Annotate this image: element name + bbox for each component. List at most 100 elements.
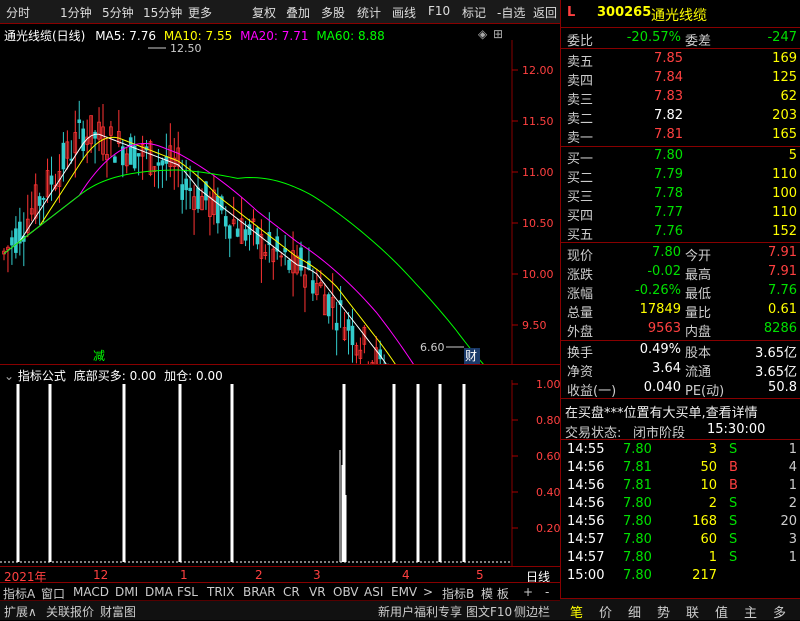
stat2-row[interactable]: 收益(一) 0.040 PE(动) 50.8 — [561, 379, 800, 399]
notice-row[interactable]: 在买盘***位置有大买单,查看详情 — [561, 401, 800, 421]
tick-row[interactable]: 14:56 7.80 2 S 2 — [561, 495, 800, 514]
tab-vr[interactable]: VR — [309, 585, 326, 599]
toolbar-btn-multi[interactable]: 多股 — [321, 4, 345, 21]
toolbar-btn-15min[interactable]: 15分钟 — [143, 4, 182, 21]
ask-row[interactable]: 卖三 7.83 62 — [561, 88, 800, 108]
tab-dmi[interactable]: DMI — [115, 585, 138, 599]
stat-row[interactable]: 涨幅 -0.26% 最低 7.76 — [561, 282, 800, 302]
tick-row-cell: S — [729, 532, 738, 547]
stat-row[interactable]: 外盘 9563 内盘 8286 — [561, 320, 800, 340]
related-quotes-button[interactable]: 关联报价 — [46, 603, 94, 620]
stat-row[interactable]: 现价 7.80 今开 7.91 — [561, 244, 800, 264]
ask-row[interactable]: 卖二 7.82 203 — [561, 107, 800, 127]
tick-row-cell: 7.80 — [623, 550, 652, 565]
stat-row-cell: 现价 — [567, 249, 594, 264]
tab-cr[interactable]: CR — [283, 585, 300, 599]
quote-tab-0[interactable]: 笔 — [570, 602, 583, 621]
quote-tab-1[interactable]: 价 — [599, 602, 612, 621]
tick-row[interactable]: 14:56 7.81 10 B 1 — [561, 477, 800, 496]
price-tick: 12.00 — [522, 64, 554, 77]
wealth-chart-button[interactable]: 财富图 — [100, 603, 136, 620]
tick-row[interactable]: 14:57 7.80 1 S 1 — [561, 549, 800, 568]
stat2-row[interactable]: 净资 3.64 流通 3.65亿 — [561, 360, 800, 380]
weicha-value: -247 — [767, 30, 797, 45]
stat-row-cell: 最高 — [685, 268, 712, 283]
tab-macd[interactable]: MACD — [73, 585, 109, 599]
bid-row[interactable]: 买四 7.77 110 — [561, 204, 800, 224]
x-label-2: 2 — [255, 568, 263, 582]
tick-row[interactable]: 14:55 7.80 3 S 1 — [561, 441, 800, 460]
tab-emv[interactable]: EMV — [391, 585, 417, 599]
tab-more-arrow[interactable]: > — [423, 585, 433, 599]
tick-row-cell: 1 — [788, 442, 797, 457]
f10-button[interactable]: 图文F10 — [466, 603, 512, 620]
tick-row[interactable]: 14:57 7.80 60 S 3 — [561, 531, 800, 550]
expand-button[interactable]: 扩展∧ — [4, 603, 37, 620]
tab-fsl[interactable]: FSL — [177, 585, 198, 599]
tab-trix[interactable]: TRIX — [207, 585, 234, 599]
ask-row[interactable]: 卖一 7.81 165 — [561, 126, 800, 146]
tab-add[interactable]: + — [523, 585, 533, 599]
bid-row-cell: 7.77 — [654, 205, 683, 220]
bid-row[interactable]: 买二 7.79 110 — [561, 166, 800, 186]
tick-row-cell: B — [729, 460, 738, 475]
x-label-3: 3 — [313, 568, 321, 582]
ask-row-cell: 7.82 — [654, 108, 683, 123]
tab-brar[interactable]: BRAR — [243, 585, 276, 599]
bid-row-cell: 7.79 — [654, 167, 683, 182]
toolbar-btn-watchlist[interactable]: -自选 — [497, 4, 525, 21]
toolbar-btn-overlay[interactable]: 叠加 — [286, 4, 310, 21]
tick-row[interactable]: 14:56 7.80 168 S 20 — [561, 513, 800, 532]
big-order-notice[interactable]: 在买盘***位置有大买单,查看详情 — [565, 402, 758, 421]
toolbar-btn-fuquan[interactable]: 复权 — [252, 4, 276, 21]
price-tick: 10.50 — [522, 217, 554, 230]
bid-row[interactable]: 买五 7.76 152 — [561, 223, 800, 243]
tab-dma[interactable]: DMA — [145, 585, 173, 599]
quote-tab-5[interactable]: 值 — [715, 602, 728, 621]
toolbar-btn-1min[interactable]: 1分钟 — [60, 4, 92, 21]
zoom-in-icon[interactable]: ⊞ — [493, 27, 503, 41]
indicator-chart[interactable]: 1.00 0.80 0.60 0.40 0.20 — [0, 380, 560, 566]
tick-row-cell: 14:56 — [567, 496, 605, 511]
bid-row[interactable]: 买一 7.80 5 — [561, 147, 800, 167]
x-label-12: 12 — [93, 568, 109, 582]
tick-row-cell: 4 — [788, 460, 797, 475]
quote-tab-4[interactable]: 联 — [686, 602, 699, 621]
toolbar-btn-5min[interactable]: 5分钟 — [102, 4, 134, 21]
candle-body — [255, 227, 260, 245]
quote-tab-2[interactable]: 细 — [628, 602, 641, 621]
toolbar-btn-intraday[interactable]: 分时 — [6, 4, 30, 21]
toolbar-btn-back[interactable]: 返回 — [533, 4, 557, 21]
ask-row[interactable]: 卖四 7.84 125 — [561, 69, 800, 89]
quote-tab-7[interactable]: 多 — [773, 602, 786, 621]
toolbar-btn-more[interactable]: 更多 — [188, 4, 212, 21]
ma10-line — [3, 136, 396, 364]
tick-row[interactable]: 15:00 7.80 217 — [561, 567, 800, 586]
tick-row[interactable]: 14:56 7.81 50 B 4 — [561, 459, 800, 478]
sidebar-button[interactable]: 侧边栏 — [514, 603, 550, 620]
stat2-row[interactable]: 换手 0.49% 股本 3.65亿 — [561, 341, 800, 361]
signal-bar — [48, 384, 52, 562]
tab-obv[interactable]: OBV — [333, 585, 359, 599]
stat-row[interactable]: 总量 17849 量比 0.61 — [561, 301, 800, 321]
toolbar-btn-f10[interactable]: F10 — [428, 4, 450, 18]
tab-asi[interactable]: ASI — [364, 585, 383, 599]
candle-body — [113, 156, 117, 163]
quote-tab-6[interactable]: 主 — [744, 602, 757, 621]
quote-tab-3[interactable]: 势 — [657, 602, 670, 621]
toolbar-btn-mark[interactable]: 标记 — [462, 4, 486, 21]
stat-row[interactable]: 涨跌 -0.02 最高 7.91 — [561, 263, 800, 283]
ask-row[interactable]: 卖五 7.85 169 — [561, 50, 800, 70]
toolbar-btn-stats[interactable]: 统计 — [357, 4, 381, 21]
new-user-benefit-link[interactable]: 新用户福利专享 — [378, 603, 462, 620]
stat-row-cell: 8286 — [763, 321, 797, 336]
bid-row[interactable]: 买三 7.78 100 — [561, 185, 800, 205]
candlestick-chart[interactable]: 12.0011.5011.0010.5010.009.509.008.508.0… — [0, 40, 560, 364]
bid-row-cell: 5 — [788, 148, 797, 163]
toolbar-btn-draw[interactable]: 画线 — [392, 4, 416, 21]
signal-bar — [438, 384, 442, 562]
bid-row-cell: 买二 — [567, 171, 594, 186]
price-tick: 11.50 — [522, 115, 554, 128]
settings-icon[interactable]: ◈ — [478, 27, 487, 41]
tab-remove[interactable]: - — [545, 585, 549, 599]
